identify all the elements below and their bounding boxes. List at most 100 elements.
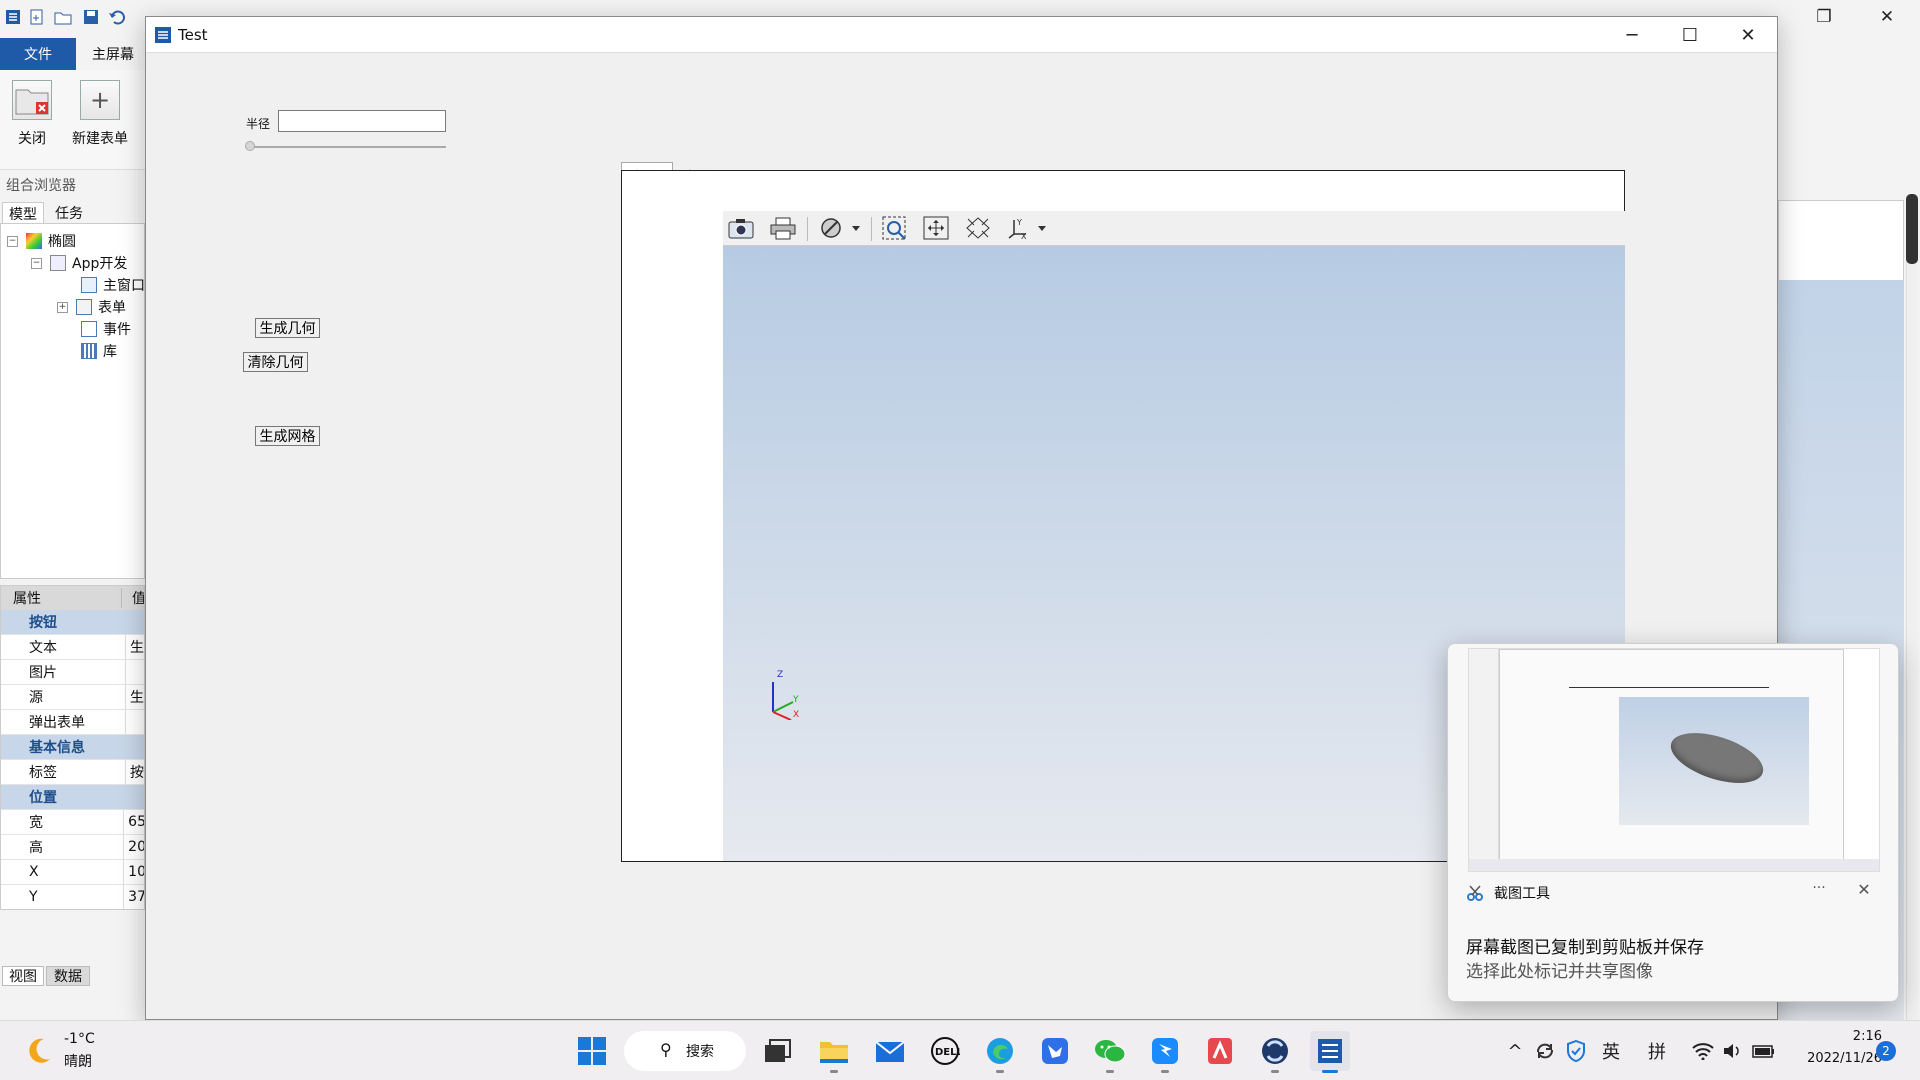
snipping-tool-notification[interactable]: 截图工具 ··· ✕ 屏幕截图已复制到剪贴板并保存 选择此处标记并共享图像 xyxy=(1447,643,1899,1002)
task-view-icon[interactable] xyxy=(758,1031,798,1071)
camera-icon[interactable] xyxy=(727,215,755,241)
close-icon[interactable]: ✕ xyxy=(1858,0,1916,34)
undo-icon[interactable] xyxy=(108,8,126,26)
more-options-icon[interactable]: ··· xyxy=(1806,880,1832,904)
running-indicator xyxy=(1106,1070,1114,1073)
property-key: 宽 xyxy=(1,810,125,834)
property-value[interactable]: 生 xyxy=(126,687,144,707)
tab-model[interactable]: 模型 xyxy=(2,202,44,224)
print-icon[interactable] xyxy=(769,215,797,241)
open-folder-icon[interactable] xyxy=(54,8,72,26)
weather-temperature[interactable]: -1°C xyxy=(64,1031,95,1047)
chevron-up-icon[interactable]: ^ xyxy=(1504,1033,1526,1069)
radius-input[interactable] xyxy=(278,110,446,132)
property-header: 属性 值 xyxy=(1,586,144,610)
clock-date[interactable]: 2022/11/26 xyxy=(1792,1051,1882,1066)
close-document-button[interactable]: 关闭 xyxy=(0,80,64,156)
snipping-tool-icon xyxy=(1466,884,1484,906)
fit-all-icon[interactable] xyxy=(922,215,950,241)
mail-icon[interactable] xyxy=(870,1031,910,1071)
property-value[interactable]: 按 xyxy=(126,762,144,782)
property-key: 图片 xyxy=(1,660,126,684)
edge-icon[interactable] xyxy=(980,1031,1020,1073)
expand-icon[interactable]: + xyxy=(57,301,68,313)
tree-node-main-window[interactable]: 主窗口 xyxy=(81,274,145,296)
wps-icon[interactable] xyxy=(1200,1031,1240,1071)
save-icon[interactable] xyxy=(82,8,100,26)
screenshot-thumbnail[interactable] xyxy=(1468,648,1880,872)
notification-count-badge[interactable]: 2 xyxy=(1876,1041,1896,1061)
property-row[interactable]: X 10 xyxy=(1,860,144,885)
generate-mesh-button[interactable]: 生成网格 xyxy=(255,426,320,446)
ime-mode-indicator[interactable]: 拼 xyxy=(1642,1033,1672,1069)
clear-geometry-button[interactable]: 清除几何 xyxy=(243,352,308,372)
fit-selection-icon[interactable] xyxy=(964,215,992,241)
view-orientation-dropdown-icon[interactable]: YX xyxy=(1005,215,1049,241)
property-value[interactable]: 20 xyxy=(124,839,144,855)
tab-data[interactable]: 数据 xyxy=(46,966,90,986)
plus-icon: + xyxy=(80,80,120,120)
search-box[interactable]: ⚲ 搜索 xyxy=(624,1031,746,1071)
wechat-icon[interactable] xyxy=(1090,1031,1130,1073)
combo-browser-title: 组合浏览器 xyxy=(6,178,76,194)
zoom-window-icon[interactable] xyxy=(881,215,909,241)
dingtalk-icon[interactable] xyxy=(1145,1031,1185,1073)
tree-node-events[interactable]: 事件 xyxy=(81,318,131,340)
axis-z-label: Z xyxy=(777,670,784,680)
menu-tab-file[interactable]: 文件 xyxy=(0,38,76,70)
volume-icon[interactable] xyxy=(1720,1033,1746,1069)
property-row[interactable]: 源生 xyxy=(1,685,144,710)
weather-description[interactable]: 晴朗 xyxy=(64,1051,92,1071)
file-explorer-icon[interactable] xyxy=(814,1031,854,1073)
property-row[interactable]: 弹出表单 xyxy=(1,710,144,735)
battery-icon[interactable] xyxy=(1750,1033,1778,1069)
property-value[interactable]: 生 xyxy=(126,637,144,657)
clipping-dropdown-icon[interactable] xyxy=(819,215,863,241)
shield-icon[interactable] xyxy=(1563,1033,1589,1069)
property-value[interactable]: 10 xyxy=(124,864,144,880)
tree-node-library[interactable]: 库 xyxy=(81,340,117,362)
property-row[interactable]: 高 20 xyxy=(1,835,144,860)
tree-node-forms[interactable]: + 表单 xyxy=(57,296,126,318)
dell-icon[interactable]: DELL xyxy=(925,1031,965,1071)
collapse-icon[interactable]: − xyxy=(7,235,18,247)
tree-label-library: 库 xyxy=(103,344,117,360)
tree-node-ellipse[interactable]: − 椭圆 xyxy=(7,230,76,252)
sync-icon[interactable] xyxy=(1532,1033,1558,1069)
window-title: Test xyxy=(178,26,208,44)
maximize-icon[interactable]: ☐ xyxy=(1661,17,1719,53)
property-row[interactable]: 文本生 xyxy=(1,635,144,660)
collapse-icon[interactable]: − xyxy=(31,257,42,269)
start-icon[interactable] xyxy=(572,1031,612,1071)
radius-slider-thumb[interactable] xyxy=(245,141,255,151)
minimize-icon[interactable]: ─ xyxy=(1603,17,1661,53)
host-scrollbar[interactable] xyxy=(1906,200,1918,1020)
feishu-icon[interactable] xyxy=(1035,1031,1075,1071)
property-row[interactable]: 图片 xyxy=(1,660,144,685)
new-form-button[interactable]: + 新建表单 xyxy=(68,80,132,156)
menu-tab-home[interactable]: 主屏幕 xyxy=(80,38,146,70)
property-value[interactable]: 65 xyxy=(124,814,144,830)
property-value[interactable]: 37 xyxy=(124,889,144,905)
close-window-icon[interactable]: ✕ xyxy=(1719,17,1777,53)
restore-icon[interactable]: ❐ xyxy=(1795,0,1853,34)
radius-slider-track[interactable] xyxy=(250,146,446,148)
clock-time[interactable]: 2:16 xyxy=(1792,1029,1882,1044)
tree-node-app[interactable]: − App开发 xyxy=(31,252,127,274)
dismiss-notification-icon[interactable]: ✕ xyxy=(1852,880,1876,904)
property-row[interactable]: 宽 65 xyxy=(1,810,144,835)
axis-y-label: Y xyxy=(793,695,799,705)
freecad-app-icon[interactable] xyxy=(1310,1031,1350,1073)
host-scroll-thumb[interactable] xyxy=(1906,194,1918,264)
wifi-icon[interactable] xyxy=(1690,1033,1716,1069)
property-row[interactable]: 标签按 xyxy=(1,760,144,785)
tab-view[interactable]: 视图 xyxy=(2,966,44,986)
tab-tasks[interactable]: 任务 xyxy=(48,202,90,224)
generate-geometry-button[interactable]: 生成几何 xyxy=(255,318,320,338)
property-key: 基本信息 xyxy=(29,740,85,756)
ime-lang-indicator[interactable]: 英 xyxy=(1596,1033,1626,1069)
new-file-icon[interactable] xyxy=(28,8,46,26)
notification-title: 屏幕截图已复制到剪贴板并保存 xyxy=(1466,938,1704,958)
property-row[interactable]: Y 37 xyxy=(1,885,144,909)
cortana-app-icon[interactable] xyxy=(1255,1031,1295,1073)
